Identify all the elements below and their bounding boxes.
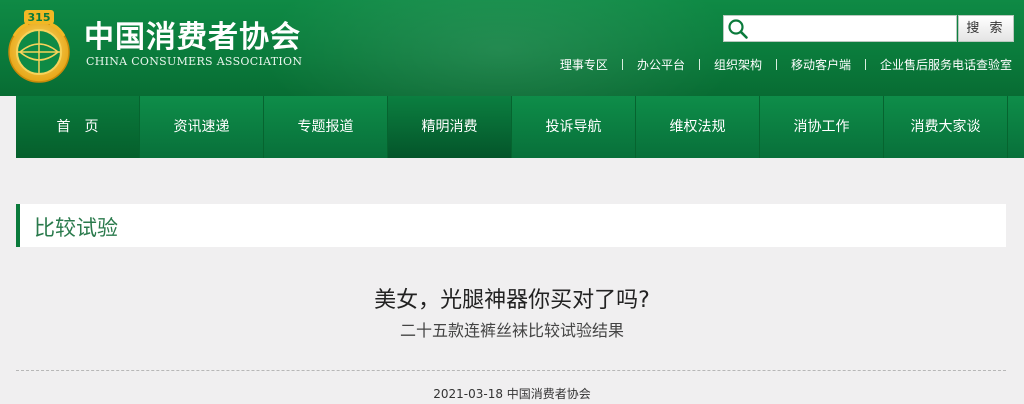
top-links: 理事专区 办公平台 组织架构 移动客户端 企业售后服务电话查验室	[560, 55, 1012, 73]
site-name-en: CHINA CONSUMERS ASSOCIATION	[86, 55, 303, 68]
nav-item-complaint[interactable]: 投诉导航	[512, 96, 636, 158]
site-name-cn[interactable]: 中国消费者协会	[84, 12, 301, 56]
article-divider	[16, 370, 1006, 371]
section-title: 比较试验	[34, 216, 118, 240]
site-header: 315 中国消费者协会 CHINA CONSUMERS ASSOCIATION …	[0, 0, 1024, 96]
nav-item-home[interactable]: 首 页	[16, 96, 140, 158]
toplink-separator	[698, 58, 700, 70]
nav-item-smart-consumption[interactable]: 精明消费	[388, 96, 512, 158]
toplink-separator	[775, 58, 777, 70]
article-subtitle: 二十五款连裤丝袜比较试验结果	[399, 321, 624, 340]
toplink-office[interactable]: 办公平台	[637, 56, 685, 73]
toplink-service-check[interactable]: 企业售后服务电话查验室	[880, 56, 1012, 73]
toplink-council[interactable]: 理事专区	[560, 56, 608, 73]
toplink-organization[interactable]: 组织架构	[714, 56, 762, 73]
nav-item-news[interactable]: 资讯速递	[140, 96, 264, 158]
search-button[interactable]: 搜 索	[958, 15, 1014, 42]
nav-item-special[interactable]: 专题报道	[264, 96, 388, 158]
nav-item-forum[interactable]: 消费大家谈	[884, 96, 1008, 158]
nav-item-association-work[interactable]: 消协工作	[760, 96, 884, 158]
section-header: 比较试验	[16, 204, 1006, 247]
search-box	[723, 15, 957, 42]
search-icon	[728, 19, 748, 39]
article-meta: 2021-03-18 中国消费者协会	[433, 387, 591, 401]
nav-item-law[interactable]: 维权法规	[636, 96, 760, 158]
svg-text:315: 315	[28, 11, 51, 24]
article-title: 美女，光腿神器你买对了吗?	[374, 288, 650, 313]
toplink-separator	[864, 58, 866, 70]
search-input[interactable]	[752, 18, 952, 39]
main-nav: 首 页 资讯速递 专题报道 精明消费 投诉导航 维权法规 消协工作 消费大家谈	[16, 96, 1024, 158]
toplink-separator	[621, 58, 623, 70]
toplink-mobile[interactable]: 移动客户端	[791, 56, 851, 73]
cca-315-logo-icon[interactable]: 315	[6, 6, 72, 90]
